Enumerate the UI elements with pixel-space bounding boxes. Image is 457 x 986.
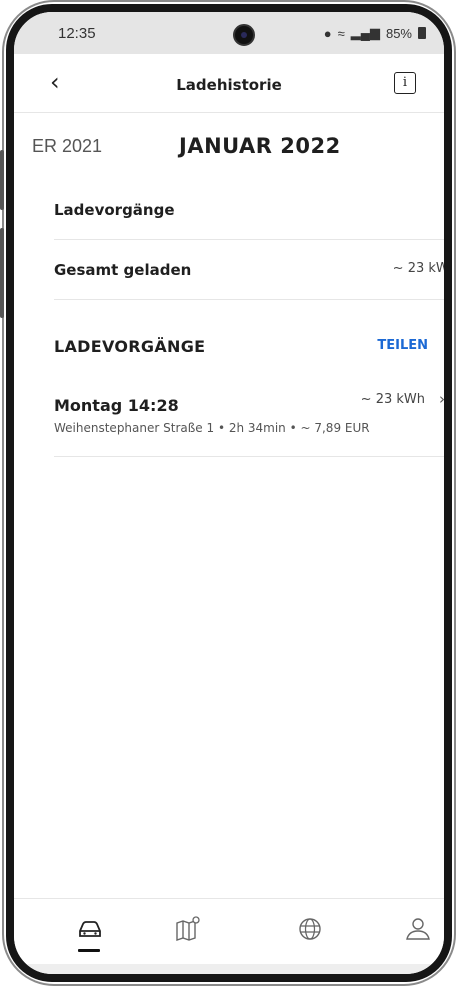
wifi-icon: ≈: [337, 25, 345, 41]
profile-icon: [406, 918, 430, 940]
status-time: 12:35: [58, 25, 96, 42]
list-item[interactable]: Montag 14:28 ~ 23 kWh › Weihenstephaner …: [54, 384, 445, 457]
stat-row-sessions: Ladevorgänge 1: [54, 179, 452, 240]
session-details: Weihenstephaner Straße 1 • 2h 34min • ~ …: [54, 421, 370, 435]
signal-icon: ▂▄▆: [350, 25, 380, 40]
active-tab-indicator: [78, 949, 100, 952]
map-icon: [176, 916, 200, 941]
home-indicator[interactable]: [189, 976, 299, 980]
current-month: JANUAR 2022: [179, 134, 341, 158]
status-bar: 12:35 ● ≈ ▂▄▆ 85%: [14, 12, 444, 54]
scrollbar[interactable]: [448, 477, 450, 667]
month-selector: ER 2021 JANUAR 2022: [14, 112, 444, 176]
stat-value: 1: [449, 201, 452, 216]
location-icon: ●: [323, 25, 332, 41]
chevron-right-icon: ›: [439, 390, 445, 408]
tab-map[interactable]: [168, 915, 208, 955]
status-icons: ● ≈ ▂▄▆ 85%: [324, 25, 426, 41]
session-value: ~ 23 kWh: [360, 392, 425, 407]
navigation-bar: [14, 964, 444, 974]
tab-car[interactable]: [70, 915, 110, 955]
power-button: [0, 228, 4, 318]
tab-profile[interactable]: [398, 915, 438, 955]
tab-globe[interactable]: [290, 915, 330, 955]
globe-icon: [299, 918, 321, 940]
volume-button: [0, 150, 4, 210]
session-title: Montag 14:28: [54, 396, 179, 415]
share-button[interactable]: TEILEN: [377, 338, 428, 353]
stat-value: ~ 23 kWh: [392, 261, 452, 276]
page-title: Ladehistorie: [176, 76, 282, 94]
app-header: ‹ Ladehistorie i: [14, 54, 444, 113]
stat-row-total-charged: Gesamt geladen ~ 23 kWh: [54, 239, 452, 300]
info-icon[interactable]: i: [394, 72, 416, 94]
phone-screen: 12:35 ● ≈ ▂▄▆ 85% ‹ Ladehistorie i ER 20…: [6, 4, 452, 982]
car-icon: [79, 921, 101, 937]
stat-label: Ladevorgänge: [54, 201, 175, 219]
battery-level: 85%: [385, 25, 412, 41]
previous-month[interactable]: ER 2021: [32, 136, 102, 157]
battery-icon: [418, 27, 426, 39]
stat-label: Gesamt geladen: [54, 261, 192, 279]
sessions-section-title: LADEVORGÄNGE: [54, 337, 206, 356]
front-camera: [233, 24, 255, 46]
bottom-tab-bar: [14, 898, 444, 965]
